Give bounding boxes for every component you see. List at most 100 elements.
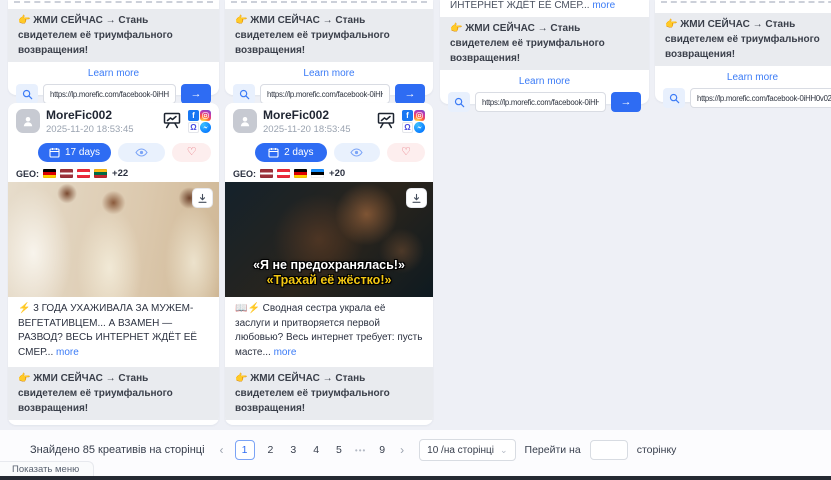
search-button[interactable] bbox=[663, 88, 685, 108]
more-link[interactable]: more bbox=[56, 347, 79, 358]
image-overlay-text: «Я не предохранялась!» «Трахай её жёстко… bbox=[225, 258, 433, 289]
clipped-caption: ИНТЕРНЕТ ЖДЁТ ЕЁ СМЕР... more bbox=[450, 0, 639, 9]
open-url-button[interactable]: → bbox=[611, 92, 641, 112]
platforms-grid: f Ω bbox=[188, 110, 211, 133]
calendar-icon bbox=[49, 147, 60, 158]
cta-banner: 👉 ЖМИ СЕЙЧАС → Стань свидетелем её триум… bbox=[8, 9, 219, 62]
pagination-ellipsis[interactable]: ••• bbox=[355, 446, 366, 455]
person-icon bbox=[21, 114, 35, 128]
account-name: MoreFic002 bbox=[46, 109, 162, 123]
search-icon bbox=[669, 93, 680, 104]
eye-icon bbox=[350, 148, 363, 157]
messenger-icon bbox=[200, 122, 211, 133]
favorite-button[interactable]: ♡ bbox=[387, 143, 425, 162]
show-menu-button[interactable]: Показать меню bbox=[0, 461, 94, 477]
favorite-button[interactable]: ♡ bbox=[172, 143, 211, 162]
page: 👉 ЖМИ СЕЙЧАС → Стань свидетелем её триум… bbox=[0, 0, 831, 480]
landing-url-input[interactable] bbox=[43, 84, 176, 104]
creative-datetime: 2025-11-20 18:53:45 bbox=[263, 124, 376, 135]
cta-banner: 👉 ЖМИ СЕЙЧАС → Стань свидетелем её триум… bbox=[225, 367, 433, 420]
goto-page-input[interactable] bbox=[590, 440, 628, 460]
page-button-1[interactable]: 1 bbox=[235, 440, 255, 460]
geo-label: GEO: bbox=[233, 169, 256, 179]
learn-more-link[interactable]: Learn more bbox=[8, 424, 219, 425]
open-url-button[interactable]: → bbox=[181, 84, 211, 104]
creative-card: MoreFic002 2025-11-20 18:53:45 f Ω 2 day… bbox=[225, 103, 433, 425]
page-button-2[interactable]: 2 bbox=[264, 442, 278, 458]
preview-button[interactable] bbox=[118, 143, 165, 162]
download-image-button[interactable] bbox=[406, 188, 427, 208]
goto-page-suffix: сторінку bbox=[637, 444, 677, 456]
geo-label: GEO: bbox=[16, 169, 39, 179]
open-url-button[interactable]: → bbox=[395, 84, 425, 104]
more-link[interactable]: more bbox=[592, 0, 615, 9]
cta-banner: 👉 ЖМИ СЕЙЧАС → Стань свидетелем её триум… bbox=[225, 9, 433, 62]
geo-row: GEO: +20 bbox=[233, 168, 425, 179]
goto-page-label: Перейти на bbox=[525, 444, 581, 456]
days-active-button[interactable]: 2 days bbox=[255, 143, 327, 162]
creative-caption: 📖⚡ Сводная сестра украла её заслуги и пр… bbox=[225, 297, 433, 362]
geo-flags bbox=[43, 169, 107, 178]
landing-url-input[interactable] bbox=[690, 88, 831, 108]
page-button-last[interactable]: 9 bbox=[375, 442, 389, 458]
presentation-format-icon bbox=[162, 110, 182, 135]
facebook-icon: f bbox=[402, 110, 413, 121]
search-icon bbox=[22, 89, 33, 100]
presentation-format-icon bbox=[376, 110, 396, 135]
search-button[interactable] bbox=[233, 84, 255, 104]
audience-network-icon: Ω bbox=[188, 122, 199, 133]
platforms-grid: f Ω bbox=[402, 110, 425, 133]
chevron-down-icon: ⌄ bbox=[500, 445, 508, 456]
person-icon bbox=[238, 114, 252, 128]
search-button[interactable] bbox=[16, 84, 38, 104]
heart-icon: ♡ bbox=[187, 147, 197, 158]
flag-lv bbox=[260, 169, 273, 178]
flag-at bbox=[77, 169, 90, 178]
learn-more-link[interactable]: Learn more bbox=[8, 68, 219, 79]
learn-more-link[interactable]: Learn more bbox=[655, 72, 831, 83]
clipped-media-edge bbox=[14, 1, 213, 3]
messenger-icon bbox=[414, 122, 425, 133]
cta-banner: 👉 ЖМИ СЕЙЧАС → Стань свидетелем её триум… bbox=[655, 13, 831, 66]
search-button[interactable] bbox=[448, 92, 470, 112]
learn-more-link[interactable]: Learn more bbox=[225, 424, 433, 425]
learn-more-link[interactable]: Learn more bbox=[225, 68, 433, 79]
calendar-icon bbox=[268, 147, 279, 158]
page-button-5[interactable]: 5 bbox=[332, 442, 346, 458]
top-card-1: 👉 ЖМИ СЕЙЧАС → Стань свидетелем её триум… bbox=[8, 0, 219, 95]
geo-more-count: +20 bbox=[329, 168, 345, 179]
creative-datetime: 2025-11-20 18:53:45 bbox=[46, 124, 162, 135]
geo-flags bbox=[260, 169, 324, 178]
more-link[interactable]: more bbox=[274, 347, 297, 358]
flag-ee bbox=[311, 169, 324, 178]
top-card-4: 👉 ЖМИ СЕЙЧАС → Стань свидетелем её триум… bbox=[655, 0, 831, 102]
prev-page-button[interactable]: ‹ bbox=[218, 443, 226, 457]
instagram-icon bbox=[200, 110, 211, 121]
days-active-button[interactable]: 17 days bbox=[38, 143, 111, 162]
results-count-text: Знайдено 85 креативів на сторінці bbox=[30, 444, 205, 456]
download-icon bbox=[197, 193, 208, 204]
creative-image bbox=[8, 182, 219, 297]
page-size-select[interactable]: 10 /на сторінці ⌄ bbox=[419, 439, 515, 461]
page-button-3[interactable]: 3 bbox=[286, 442, 300, 458]
preview-button[interactable] bbox=[334, 143, 380, 162]
download-icon bbox=[411, 193, 422, 204]
download-image-button[interactable] bbox=[192, 188, 213, 208]
heart-icon: ♡ bbox=[401, 147, 411, 158]
creative-caption: ⚡ 3 ГОДА УХАЖИВАЛА ЗА МУЖЕМ-ВЕГЕТАТИВЦЕМ… bbox=[8, 297, 219, 362]
clipped-media-edge bbox=[231, 1, 427, 3]
avatar bbox=[16, 109, 40, 133]
landing-url-input[interactable] bbox=[475, 92, 606, 112]
bottom-edge-bar bbox=[0, 476, 831, 480]
instagram-icon bbox=[414, 110, 425, 121]
clipped-media-edge bbox=[661, 1, 831, 3]
page-button-4[interactable]: 4 bbox=[309, 442, 323, 458]
cta-banner: 👉 ЖМИ СЕЙЧАС → Стань свидетелем её триум… bbox=[440, 17, 649, 70]
creative-image: «Я не предохранялась!» «Трахай её жёстко… bbox=[225, 182, 433, 297]
landing-url-input[interactable] bbox=[260, 84, 390, 104]
flag-at bbox=[277, 169, 290, 178]
pagination-bar: Знайдено 85 креативів на сторінці ‹ 1 2 … bbox=[0, 430, 831, 477]
learn-more-link[interactable]: Learn more bbox=[440, 76, 649, 87]
account-name: MoreFic002 bbox=[263, 109, 376, 123]
next-page-button[interactable]: › bbox=[398, 443, 406, 457]
